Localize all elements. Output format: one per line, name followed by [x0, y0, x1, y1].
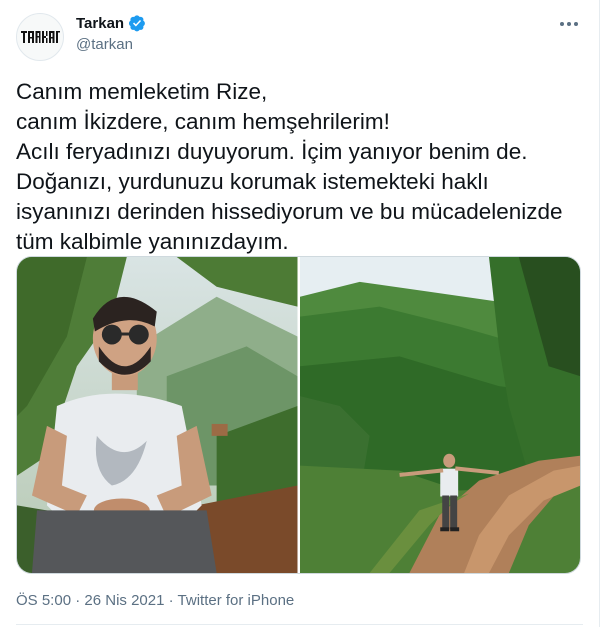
tweet-meta: ÖS 5:00 · 26 Nis 2021 · Twitter for iPho… — [16, 592, 294, 609]
meta-separator: · — [75, 592, 81, 609]
author-name-row[interactable]: Tarkan — [76, 14, 146, 32]
tweet-text-line: isyanınızı derinden hissediyorum ve bu m… — [16, 199, 563, 224]
more-options-icon — [560, 22, 578, 26]
tweet-media — [16, 256, 581, 574]
tweet-text-line: tüm kalbimle yanınızdayım. — [16, 229, 289, 254]
display-name[interactable]: Tarkan — [76, 15, 124, 32]
tweet-text-line: canım İkizdere, canım hemşehrilerim! — [16, 109, 390, 134]
tweet-date[interactable]: 26 Nis 2021 — [84, 592, 164, 609]
tweet-text: Canım memleketim Rize, canım İkizdere, c… — [16, 77, 586, 257]
photo-man-on-road[interactable] — [299, 257, 580, 573]
more-options-button[interactable] — [555, 12, 583, 36]
author-handle[interactable]: @tarkan — [76, 36, 133, 53]
tweet-time[interactable]: ÖS 5:00 — [16, 592, 71, 609]
photo-man-sitting[interactable] — [17, 257, 298, 573]
tweet-source[interactable]: Twitter for iPhone — [178, 592, 295, 609]
tweet-card: Tarkan @tarkan Canım memleketim Rize, ca… — [0, 0, 600, 627]
meta-separator: · — [168, 592, 174, 609]
tweet-text-line: Doğanızı, yurdunuzu korumak istemekteki … — [16, 169, 489, 194]
verified-badge-icon — [128, 14, 146, 32]
tweet-text-line: Canım memleketim Rize, — [16, 79, 268, 104]
tarkan-logo — [21, 31, 60, 43]
avatar[interactable] — [16, 13, 64, 61]
tweet-text-line: Acılı feryadınızı duyuyorum. İçim yanıyo… — [16, 139, 528, 164]
divider — [16, 624, 583, 625]
